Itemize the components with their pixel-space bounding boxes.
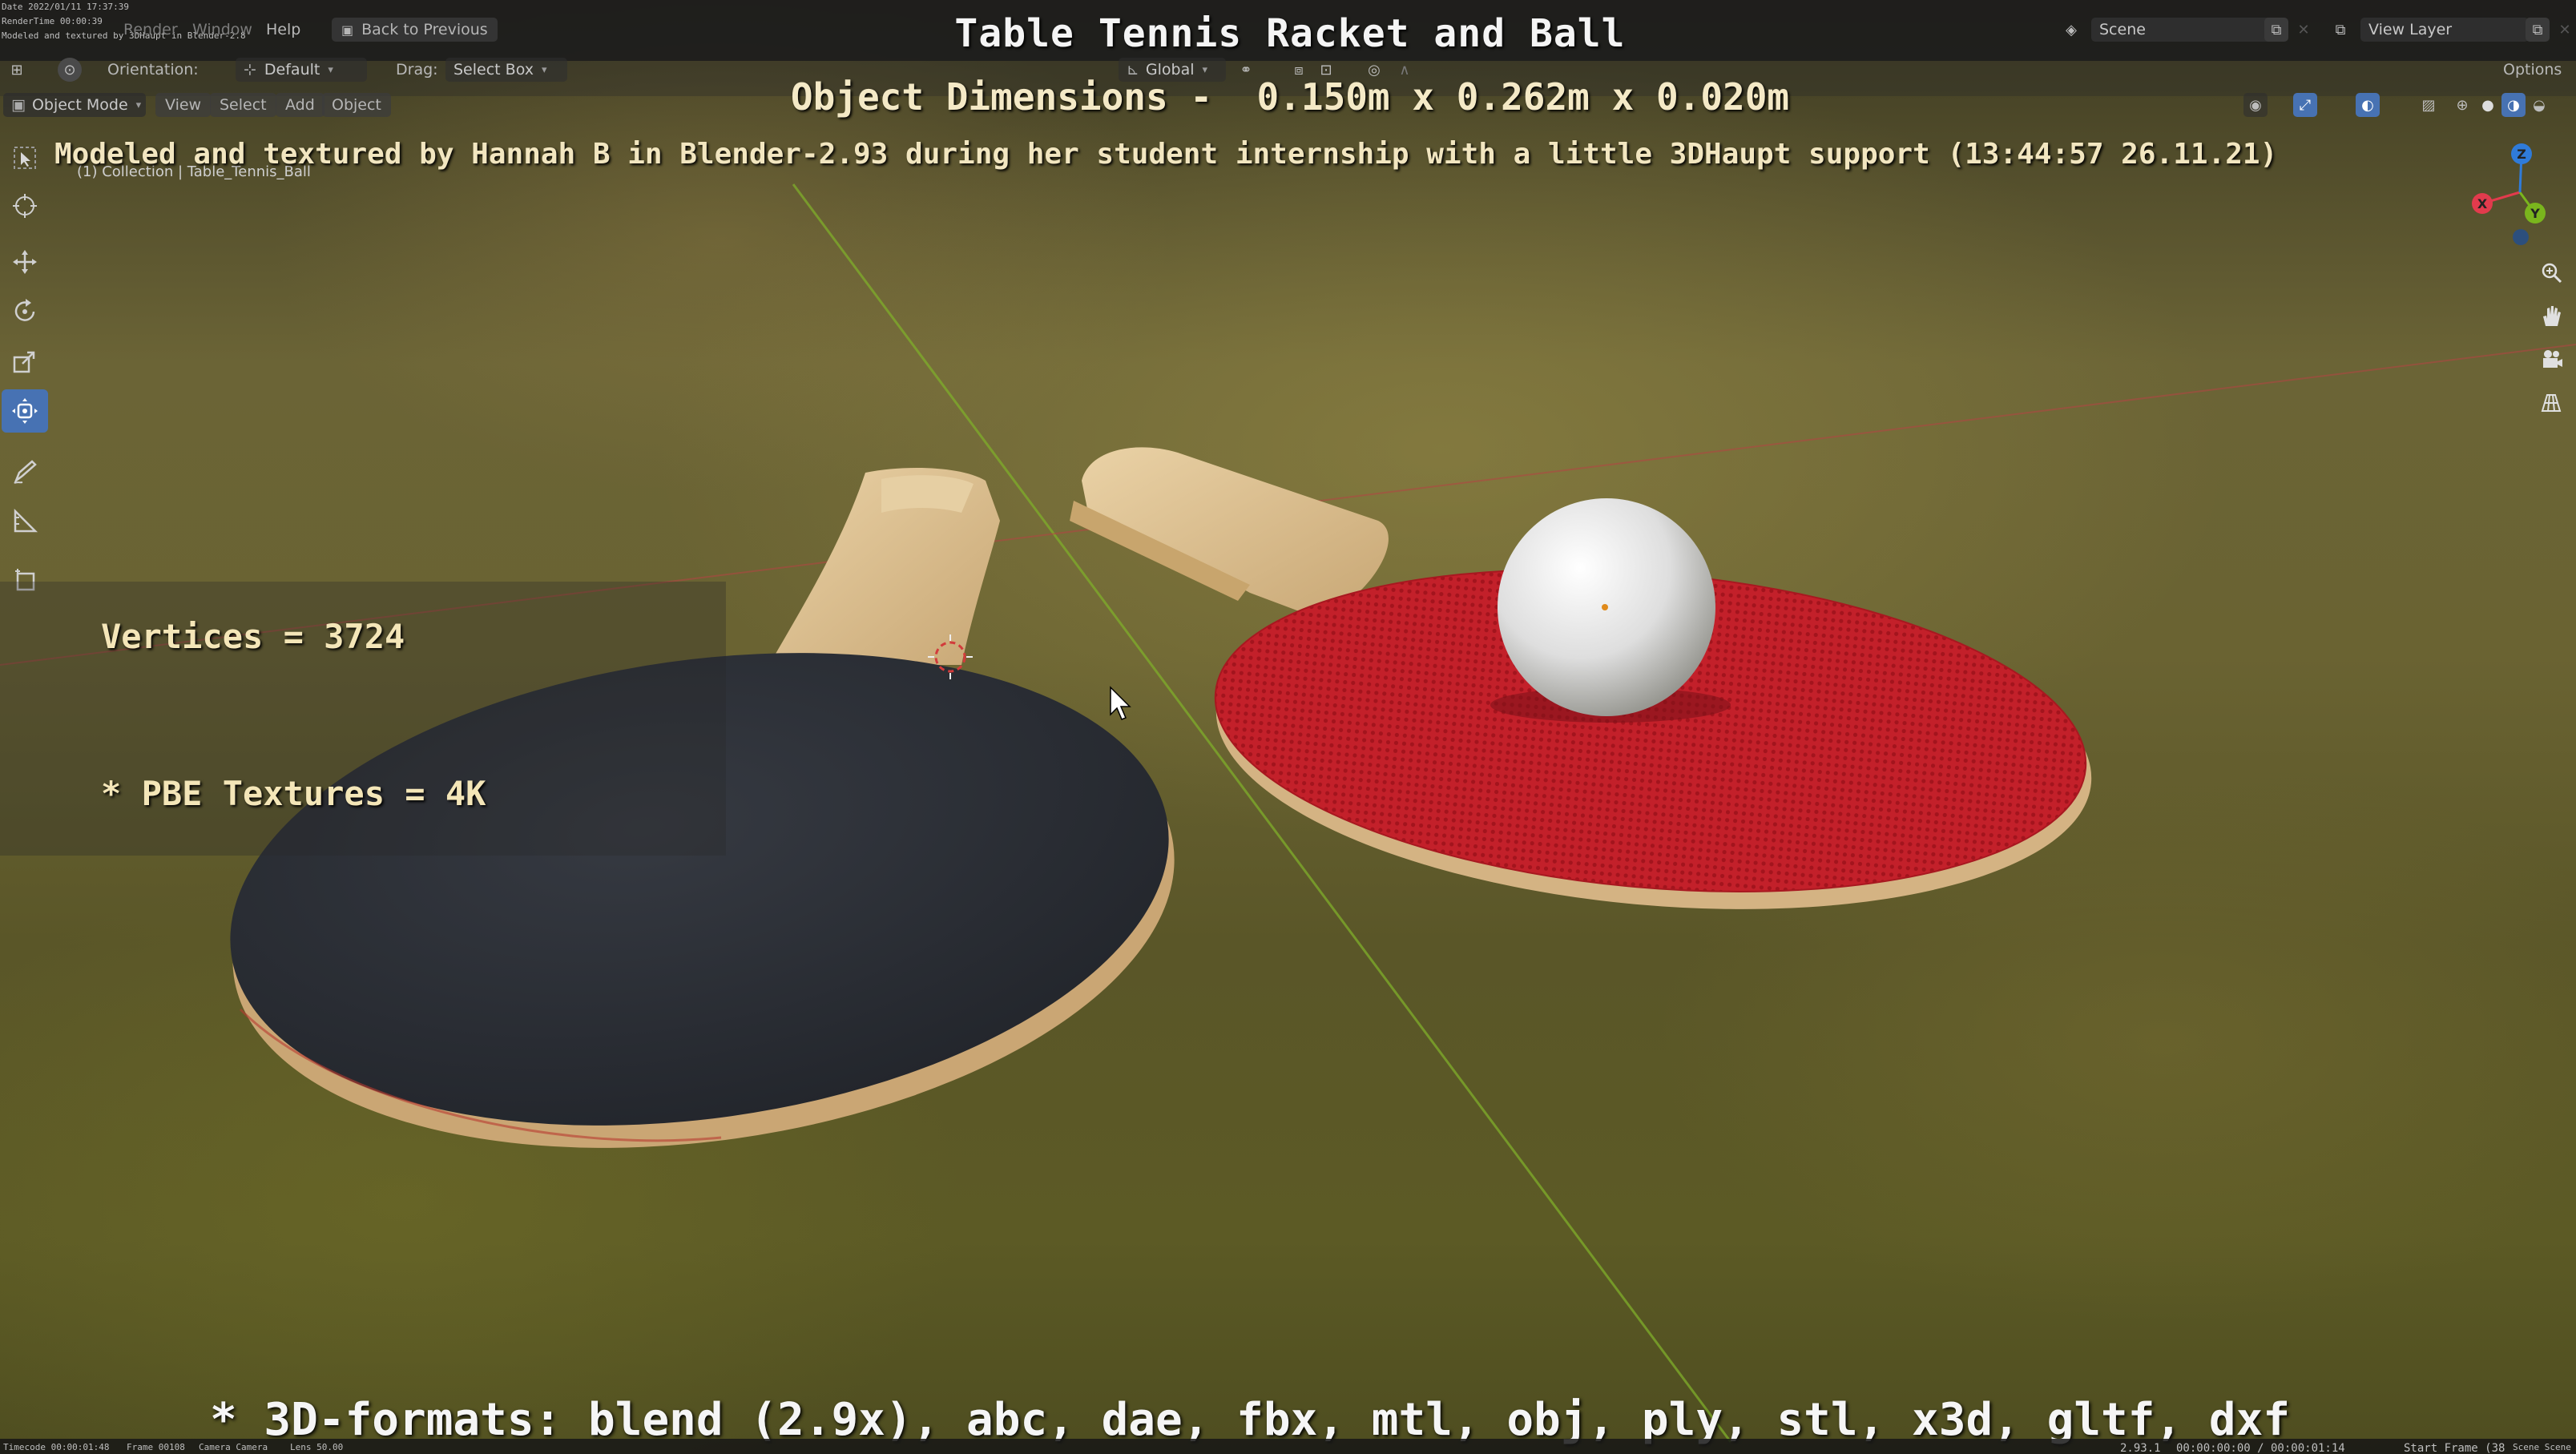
frame-number: Frame 00108: [127, 1442, 185, 1452]
drag-label: Drag:: [396, 61, 438, 79]
delete-scene-icon[interactable]: ✕: [2292, 18, 2316, 42]
cursor-icon: [13, 194, 37, 218]
shading-material-icon[interactable]: ◑: [2501, 93, 2526, 117]
view-layer-label: View Layer: [2368, 21, 2453, 38]
scene-icon[interactable]: ◈: [2059, 18, 2083, 42]
version-label: 2.93.1: [2120, 1442, 2161, 1454]
chevron-down-icon: ▾: [541, 63, 547, 76]
start-frame: Start Frame (38: [2404, 1442, 2505, 1454]
view-layer-icon[interactable]: ⧉: [2328, 18, 2352, 42]
chevron-down-icon: ▾: [328, 63, 333, 76]
mode-value: Object Mode: [31, 96, 128, 114]
rotate-icon: [14, 299, 35, 321]
pan-button[interactable]: [2532, 296, 2570, 335]
new-view-layer-icon[interactable]: ⧉: [2526, 18, 2550, 42]
transform-icon: [12, 398, 38, 424]
move-tool[interactable]: [2, 240, 48, 284]
active-tool-icon[interactable]: ⊙: [58, 58, 82, 82]
timecode: Timecode 00:00:01:48: [3, 1442, 110, 1452]
textures-info: * PBE Textures = 4K: [101, 774, 486, 813]
select-box-icon: [14, 147, 36, 169]
menu-view[interactable]: View: [155, 93, 212, 117]
menu-help[interactable]: Help: [266, 21, 300, 38]
origin-point: [1602, 604, 1608, 610]
object-mode-icon: ▣: [11, 96, 26, 114]
rendertime-stamp: RenderTime 00:00:39: [2, 16, 103, 26]
hand-pan-icon: [2543, 306, 2561, 326]
back-to-previous-label: Back to Previous: [361, 21, 488, 38]
back-icon: ▣: [341, 22, 354, 38]
rotate-tool[interactable]: [2, 290, 48, 333]
scene-field-label: Scene: [2099, 21, 2146, 38]
scene-field[interactable]: Scene: [2091, 18, 2276, 42]
zoom-icon: [2542, 263, 2562, 284]
back-to-previous-button[interactable]: ▣ Back to Previous: [332, 18, 498, 42]
chevron-down-icon: ▾: [135, 99, 142, 111]
overlays-toggle-icon[interactable]: ◐: [2356, 93, 2380, 117]
orientation-icon: ⊹: [244, 61, 256, 79]
select-box-tool[interactable]: [2, 136, 48, 179]
editor-type-icon[interactable]: ⊞: [5, 58, 29, 82]
mouse-pointer-icon: [1110, 686, 1131, 720]
ortho-toggle-button[interactable]: [2532, 383, 2570, 421]
measure-tool[interactable]: [2, 500, 48, 543]
zoom-button[interactable]: [2532, 253, 2570, 292]
gizmo-neg-z: [2513, 229, 2529, 245]
new-scene-icon[interactable]: ⧉: [2264, 18, 2288, 42]
camera-icon: [2543, 350, 2562, 368]
shading-wireframe-icon[interactable]: ⊕: [2450, 93, 2474, 117]
annotate-icon: [14, 460, 37, 484]
cursor-tool[interactable]: [2, 184, 48, 228]
transform-tool[interactable]: [2, 389, 48, 433]
playback-time: 00:00:00:00 / 00:00:01:14: [2176, 1442, 2345, 1454]
camera-view-button[interactable]: [2532, 340, 2570, 378]
delete-view-layer-icon[interactable]: ✕: [2553, 18, 2576, 42]
scale-tool[interactable]: [2, 340, 48, 383]
camera-name: Camera Camera: [199, 1442, 268, 1452]
scale-icon: [13, 351, 35, 373]
orientation-value: Default: [264, 61, 320, 79]
grid-ortho-icon: [2541, 394, 2562, 412]
menu-object[interactable]: Object: [322, 93, 391, 117]
lens-value: Lens 50.00: [290, 1442, 344, 1452]
chevron-down-icon: ▾: [1202, 63, 1208, 76]
orientation-dropdown[interactable]: ⊹ Default ▾: [236, 58, 367, 82]
measure-icon: [14, 508, 38, 533]
overlay-title: Table Tennis Racket and Ball: [954, 11, 1626, 56]
move-icon: [13, 250, 37, 274]
date-stamp: Date 2022/01/11 17:37:39: [2, 2, 129, 12]
menu-select[interactable]: Select: [210, 93, 276, 117]
drag-dropdown[interactable]: Select Box ▾: [445, 58, 567, 82]
vertices-count: Vertices = 3724: [101, 617, 405, 656]
menu-render[interactable]: Render: [123, 21, 178, 38]
menu-window[interactable]: Window: [192, 21, 252, 38]
gizmo-x-label: X: [2477, 196, 2488, 211]
orientation-label: Orientation:: [107, 61, 199, 79]
overlay-dimensions: Object Dimensions - 0.150m x 0.262m x 0.…: [790, 75, 1790, 119]
gizmo-y-label: Y: [2530, 206, 2540, 221]
shading-solid-icon[interactable]: ●: [2476, 93, 2500, 117]
options-menu[interactable]: Options: [2503, 61, 2562, 79]
xray-icon[interactable]: ▨: [2417, 93, 2441, 117]
visibility-icon[interactable]: ◉: [2243, 93, 2268, 117]
drag-value: Select Box: [454, 61, 534, 79]
view-layer-field[interactable]: View Layer: [2360, 18, 2529, 42]
shading-rendered-icon[interactable]: ◒: [2527, 93, 2551, 117]
menu-add[interactable]: Add: [276, 93, 325, 117]
gizmo-toggle-icon[interactable]: ⤢: [2293, 93, 2317, 117]
mode-dropdown[interactable]: ▣ Object Mode ▾: [3, 93, 146, 117]
scene-status: Scene Scene: [2513, 1442, 2571, 1452]
annotate-tool[interactable]: [2, 450, 48, 493]
overlay-credit: Modeled and textured by Hannah B in Blen…: [54, 138, 2278, 171]
